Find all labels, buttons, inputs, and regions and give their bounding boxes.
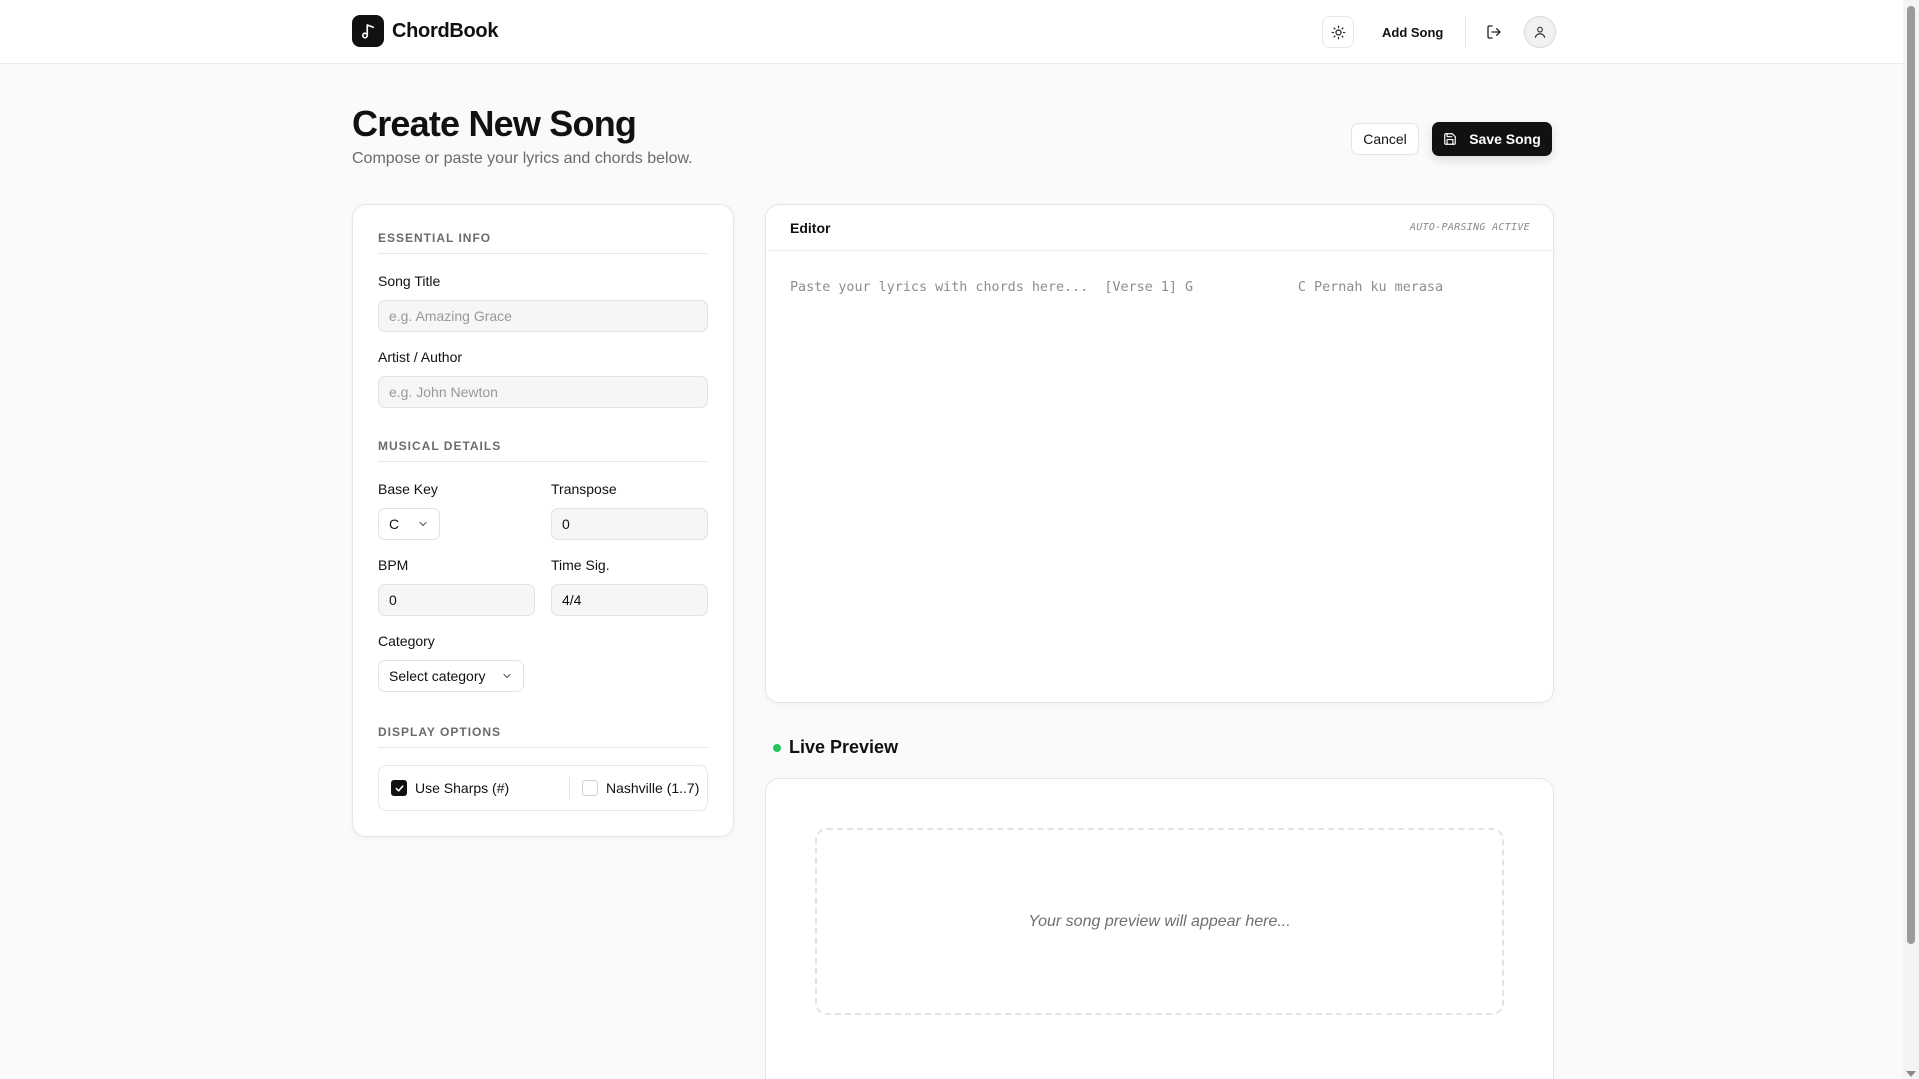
- category-label: Category: [378, 633, 435, 649]
- brand-name: ChordBook: [392, 19, 499, 42]
- song-title-label: Song Title: [378, 273, 441, 289]
- essential-info-heading: ESSENTIAL INFO: [378, 231, 708, 254]
- save-song-button[interactable]: Save Song: [1432, 122, 1552, 156]
- chevron-down-icon: [501, 670, 513, 682]
- header-actions: Add Song: [1322, 15, 1557, 49]
- top-navigation-bar: ChordBook Add Song: [0, 0, 1903, 64]
- chevron-down-icon: [417, 518, 429, 530]
- scroll-down-arrow-icon[interactable]: [1906, 1071, 1916, 1077]
- page-subtitle: Compose or paste your lyrics and chords …: [352, 150, 693, 167]
- live-preview-heading: Live Preview: [773, 737, 898, 758]
- use-sharps-checkbox[interactable]: [391, 780, 407, 796]
- base-key-select[interactable]: C: [378, 508, 440, 540]
- live-preview-title: Live Preview: [789, 737, 899, 757]
- theme-toggle-button[interactable]: [1322, 16, 1354, 48]
- transpose-label: Transpose: [551, 481, 617, 497]
- use-sharps-label: Use Sharps (#): [415, 780, 510, 796]
- live-status-dot: [773, 743, 781, 752]
- category-value: Select category: [389, 668, 486, 684]
- category-select[interactable]: Select category: [378, 660, 524, 692]
- save-song-label: Save Song: [1469, 131, 1541, 147]
- logout-button[interactable]: [1478, 16, 1510, 48]
- live-preview-card: Your song preview will appear here...: [765, 778, 1554, 1079]
- use-sharps-option[interactable]: Use Sharps (#): [379, 780, 569, 796]
- transpose-input[interactable]: [551, 508, 708, 540]
- nashville-option[interactable]: Nashville (1..7): [570, 780, 699, 796]
- page-scrollbar[interactable]: [1903, 0, 1919, 1079]
- base-key-label: Base Key: [378, 481, 438, 497]
- page-title: Create New Song: [352, 103, 637, 144]
- preview-empty-state: Your song preview will appear here...: [815, 828, 1504, 1015]
- nashville-checkbox[interactable]: [582, 780, 598, 796]
- user-icon: [1533, 25, 1547, 39]
- musical-details-heading: MUSICAL DETAILS: [378, 439, 708, 462]
- editor-card: Editor AUTO-PARSING ACTIVE: [765, 204, 1554, 703]
- logout-icon: [1486, 24, 1502, 40]
- nashville-label: Nashville (1..7): [606, 780, 700, 796]
- music-note-icon: [352, 15, 384, 47]
- save-icon: [1443, 132, 1457, 146]
- scrollbar-thumb[interactable]: [1907, 6, 1915, 944]
- base-key-value: C: [389, 516, 400, 532]
- add-song-link[interactable]: Add Song: [1382, 25, 1443, 40]
- check-icon: [395, 784, 403, 792]
- bpm-label: BPM: [378, 557, 409, 573]
- bpm-input[interactable]: [378, 584, 535, 616]
- lyrics-editor-textarea[interactable]: [766, 251, 1553, 702]
- editor-title: Editor: [790, 219, 831, 236]
- artist-label: Artist / Author: [378, 349, 463, 365]
- artist-input[interactable]: [378, 376, 708, 408]
- preview-empty-text: Your song preview will appear here...: [1028, 912, 1291, 930]
- display-options-group: Use Sharps (#) Nashville (1..7): [378, 765, 708, 811]
- auto-parsing-status: AUTO-PARSING ACTIVE: [1409, 222, 1530, 233]
- time-signature-label: Time Sig.: [551, 557, 610, 573]
- song-info-card: ESSENTIAL INFO Song Title Artist / Autho…: [352, 204, 734, 837]
- brand-home-link[interactable]: ChordBook: [352, 15, 498, 47]
- song-title-input[interactable]: [378, 300, 708, 332]
- editor-header: Editor AUTO-PARSING ACTIVE: [766, 205, 1553, 251]
- header-divider: [1465, 17, 1467, 47]
- display-options-heading: DISPLAY OPTIONS: [378, 725, 708, 748]
- cancel-button[interactable]: Cancel: [1351, 123, 1419, 155]
- sun-icon: [1331, 25, 1346, 40]
- user-avatar-button[interactable]: [1524, 16, 1557, 48]
- time-signature-input[interactable]: [551, 584, 708, 616]
